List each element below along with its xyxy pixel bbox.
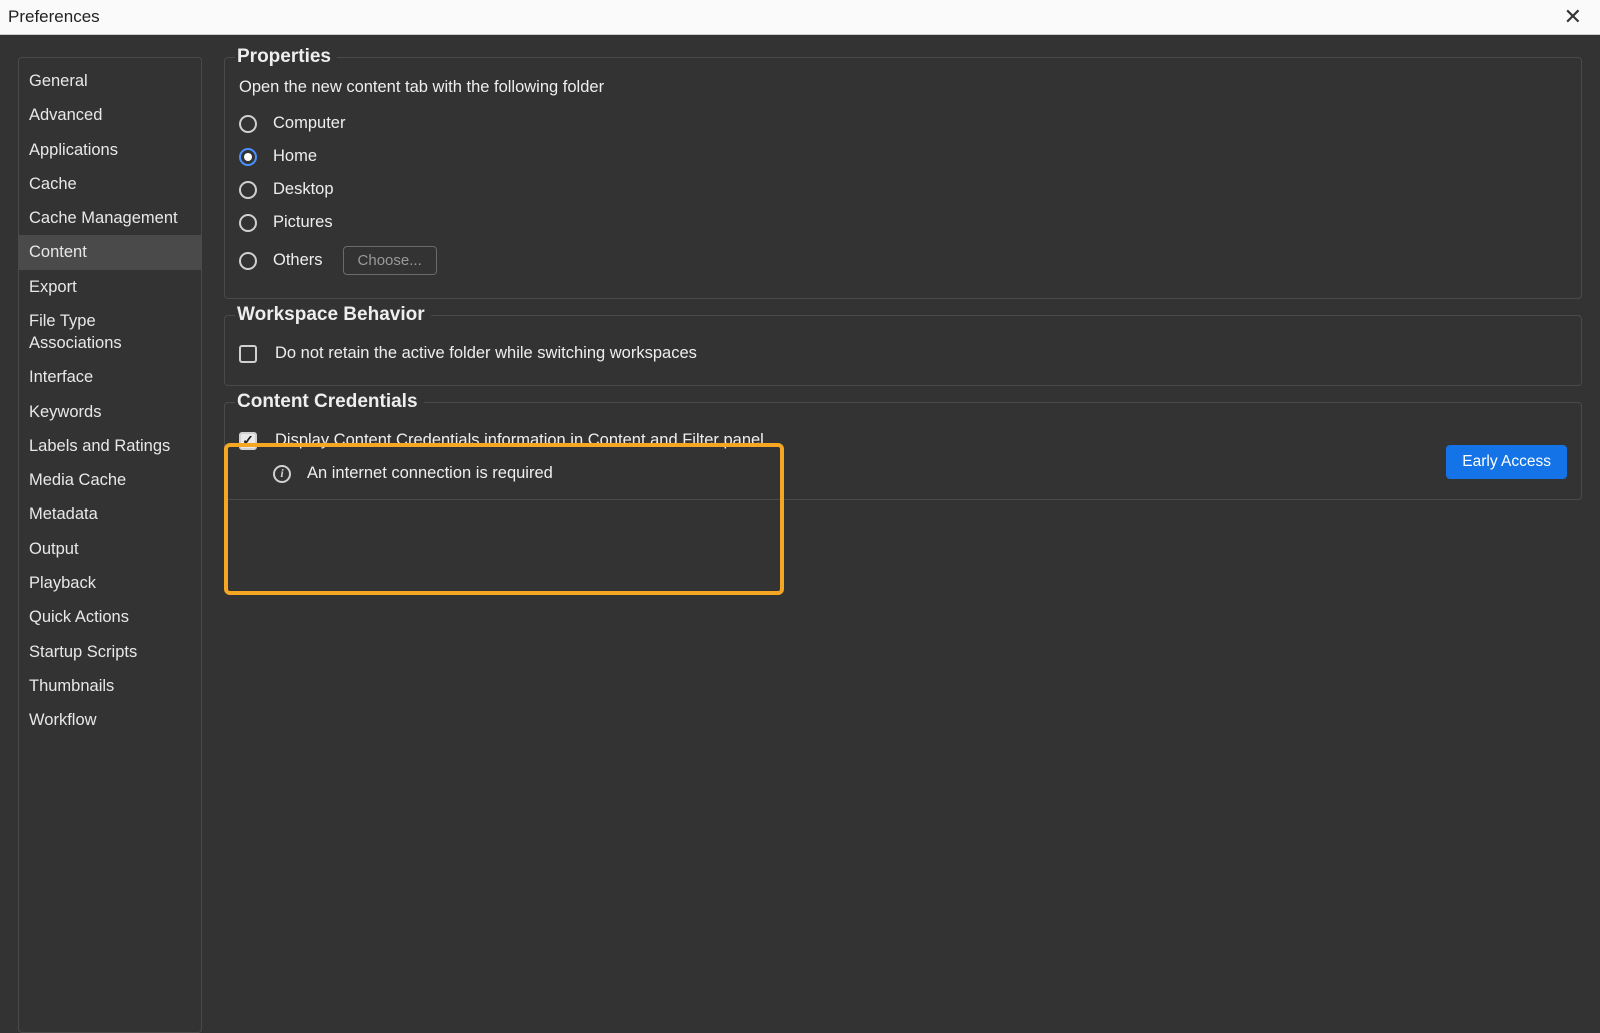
workspace-checkbox-row[interactable]: Do not retain the active folder while sw… [239,338,1567,369]
workspace-checkbox[interactable] [239,345,257,363]
sidebar-item-playback[interactable]: Playback [19,566,201,600]
radio-row-computer[interactable]: Computer [239,107,1567,140]
window-title: Preferences [8,7,100,27]
radio-row-desktop[interactable]: Desktop [239,173,1567,206]
sidebar-item-keywords[interactable]: Keywords [19,395,201,429]
credentials-checkbox-row[interactable]: Display Content Credentials information … [239,425,1567,456]
properties-description: Open the new content tab with the follow… [239,78,1567,97]
sidebar-item-applications[interactable]: Applications [19,133,201,167]
sidebar-item-media-cache[interactable]: Media Cache [19,463,201,497]
credentials-checkbox-label: Display Content Credentials information … [275,431,764,450]
info-icon: i [273,465,291,483]
sidebar-item-labels-and-ratings[interactable]: Labels and Ratings [19,429,201,463]
radio-label-others: Others [273,251,323,270]
radio-row-others[interactable]: Others Choose... [239,239,1567,282]
sidebar-item-general[interactable]: General [19,64,201,98]
radio-home[interactable] [239,148,257,166]
sidebar-item-content[interactable]: Content [19,235,201,269]
title-bar: Preferences ✕ [0,0,1600,35]
credentials-info-row: i An internet connection is required [239,456,1567,483]
radio-label-pictures: Pictures [273,213,333,232]
sidebar-item-quick-actions[interactable]: Quick Actions [19,600,201,634]
radio-label-home: Home [273,147,317,166]
credentials-checkbox[interactable] [239,432,257,450]
sidebar-item-cache[interactable]: Cache [19,167,201,201]
sidebar-item-metadata[interactable]: Metadata [19,497,201,531]
radio-row-home[interactable]: Home [239,140,1567,173]
sidebar-item-startup-scripts[interactable]: Startup Scripts [19,635,201,669]
credentials-panel: Content Credentials Display Content Cred… [224,402,1582,500]
sidebar-item-thumbnails[interactable]: Thumbnails [19,669,201,703]
sidebar-item-export[interactable]: Export [19,270,201,304]
radio-row-pictures[interactable]: Pictures [239,206,1567,239]
radio-others[interactable] [239,252,257,270]
workspace-checkbox-label: Do not retain the active folder while sw… [275,344,697,363]
content-area: Properties Open the new content tab with… [224,57,1582,1033]
properties-title: Properties [235,46,337,68]
sidebar: General Advanced Applications Cache Cach… [18,57,202,1033]
radio-label-desktop: Desktop [273,180,334,199]
radio-computer[interactable] [239,115,257,133]
radio-label-computer: Computer [273,114,345,133]
main-layout: General Advanced Applications Cache Cach… [0,35,1600,1033]
early-access-button[interactable]: Early Access [1446,445,1567,479]
close-icon[interactable]: ✕ [1558,4,1588,30]
sidebar-item-file-type-associations[interactable]: File Type Associations [19,304,201,361]
radio-desktop[interactable] [239,181,257,199]
radio-pictures[interactable] [239,214,257,232]
workspace-panel: Workspace Behavior Do not retain the act… [224,315,1582,386]
sidebar-item-workflow[interactable]: Workflow [19,703,201,737]
sidebar-item-output[interactable]: Output [19,532,201,566]
sidebar-item-advanced[interactable]: Advanced [19,98,201,132]
credentials-info-text: An internet connection is required [307,464,553,483]
properties-panel: Properties Open the new content tab with… [224,57,1582,299]
sidebar-item-interface[interactable]: Interface [19,360,201,394]
choose-button[interactable]: Choose... [343,246,437,275]
credentials-title: Content Credentials [235,391,424,413]
workspace-title: Workspace Behavior [235,304,431,326]
sidebar-item-cache-management[interactable]: Cache Management [19,201,201,235]
